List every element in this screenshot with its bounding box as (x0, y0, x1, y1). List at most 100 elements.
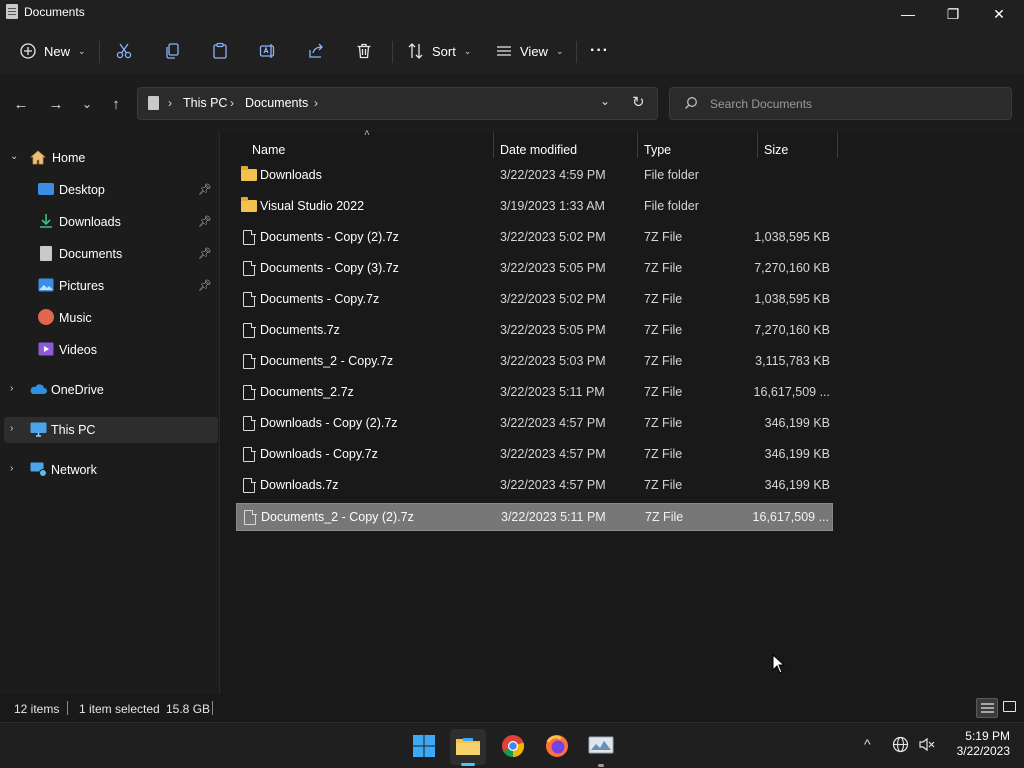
sidebar-item-pictures[interactable]: Pictures 📌︎ (0, 273, 218, 299)
sidebar-item-music[interactable]: Music (0, 305, 218, 331)
column-header-size[interactable]: Size (764, 138, 788, 162)
sidebar-item-network[interactable]: › Network (0, 457, 218, 483)
chevron-right-icon[interactable]: › (10, 463, 13, 474)
search-box[interactable] (669, 87, 1012, 120)
file-row[interactable]: Documents - Copy.7z 3/22/2023 5:02 PM 7Z F… (236, 286, 833, 314)
pane-divider[interactable] (219, 132, 220, 694)
address-bar[interactable]: › This PC › Documents › ⌄ ↻ (137, 87, 658, 120)
arrow-right-icon: → (48, 95, 64, 113)
cut-button[interactable] (114, 36, 138, 66)
tiles-view-button[interactable] (1000, 698, 1020, 718)
chevron-right-icon[interactable]: › (10, 423, 13, 434)
file-row[interactable]: Documents_2 - Copy.7z 3/22/2023 5:03 PM 7Z… (236, 348, 833, 376)
address-dropdown-icon[interactable]: ⌄ (600, 94, 610, 108)
file-name: Downloads - Copy.7z (260, 447, 378, 461)
column-header-date[interactable]: Date modified (500, 138, 577, 162)
file-icon (243, 384, 256, 400)
title-bar[interactable]: Documents — ❐ ✕ (0, 0, 1024, 28)
pin-icon[interactable]: 📌︎ (198, 183, 212, 196)
file-row[interactable]: Downloads.7z 3/22/2023 4:57 PM 7Z File 346,… (236, 472, 833, 500)
column-divider[interactable] (757, 132, 758, 158)
file-row[interactable]: Downloads 3/22/2023 4:59 PM File folder (236, 162, 833, 190)
close-button[interactable]: ✕ (976, 0, 1022, 28)
file-size: 346,199 KB (764, 478, 830, 492)
breadcrumb-separator: › (168, 96, 172, 110)
sidebar-item-label: Desktop (59, 183, 105, 197)
sidebar-item-this-pc[interactable]: › This PC (4, 417, 218, 443)
new-button[interactable]: New ⌄ (18, 36, 88, 66)
chevron-right-icon[interactable]: › (10, 383, 13, 394)
paste-button[interactable] (210, 36, 234, 66)
file-row[interactable]: Documents - Copy (3).7z 3/22/2023 5:05 PM… (236, 255, 833, 283)
search-icon (684, 96, 698, 113)
view-button[interactable]: View ⌄ (494, 36, 564, 66)
delete-button[interactable] (354, 36, 378, 66)
restore-button[interactable]: ❐ (930, 0, 976, 28)
column-divider[interactable] (493, 132, 494, 158)
refresh-icon[interactable]: ↻ (632, 93, 645, 111)
back-button[interactable]: ← (8, 92, 34, 116)
show-hidden-icons-button[interactable]: ^ (864, 736, 871, 752)
sort-button[interactable]: Sort ⌄ (406, 36, 472, 66)
file-name: Visual Studio 2022 (260, 199, 365, 213)
file-row[interactable]: Visual Studio 2022 3/19/2023 1:33 AM File … (236, 193, 833, 221)
start-button[interactable] (406, 729, 442, 765)
up-button[interactable]: ↑ (103, 92, 129, 116)
trash-icon (354, 41, 374, 61)
breadcrumb-this-pc[interactable]: This PC (183, 96, 227, 110)
column-header-name[interactable]: Name (252, 138, 285, 162)
command-bar: New ⌄ Sort ⌄ View ⌄ ··· (0, 28, 1024, 74)
sidebar-item-onedrive[interactable]: › OneDrive (0, 377, 218, 403)
chevron-down-icon[interactable]: ⌄ (10, 151, 18, 162)
file-date-modified: 3/22/2023 5:03 PM (500, 354, 606, 368)
column-divider[interactable] (837, 132, 838, 158)
sidebar-item-desktop[interactable]: Desktop 📌︎ (0, 177, 218, 203)
clock-time: 5:19 PM (965, 729, 1010, 743)
details-view-button[interactable] (976, 698, 998, 718)
file-row[interactable]: Documents.7z 3/22/2023 5:05 PM 7Z File 7,27… (236, 317, 833, 345)
breadcrumb-documents[interactable]: Documents (245, 96, 308, 110)
file-date-modified: 3/22/2023 5:02 PM (500, 292, 606, 306)
sidebar-item-label: Home (52, 151, 86, 165)
pin-icon[interactable]: 📌︎ (198, 247, 212, 260)
minimize-button[interactable]: — (885, 0, 931, 28)
file-name: Documents_2 - Copy (2).7z (261, 510, 414, 524)
file-size: 346,199 KB (764, 447, 830, 461)
sidebar-item-documents[interactable]: Documents 📌︎ (0, 241, 218, 267)
share-button[interactable] (306, 36, 330, 66)
clock[interactable]: 5:19 PM 3/22/2023 (946, 729, 1010, 759)
pin-icon[interactable]: 📌︎ (198, 279, 212, 292)
search-input[interactable] (710, 95, 1000, 113)
taskbar-firefox[interactable] (539, 729, 575, 765)
rename-icon (258, 41, 278, 61)
file-row[interactable]: Documents - Copy (2).7z 3/22/2023 5:02 PM… (236, 224, 833, 252)
volume-muted-icon[interactable] (918, 736, 936, 756)
file-row[interactable]: Downloads - Copy (2).7z 3/22/2023 4:57 PM… (236, 410, 833, 438)
taskbar-monitor-app[interactable] (583, 729, 619, 767)
recent-locations-button[interactable]: ⌄ (74, 92, 100, 116)
forward-button[interactable]: → (43, 92, 69, 116)
file-date-modified: 3/22/2023 5:11 PM (500, 385, 605, 399)
mouse-cursor-icon (772, 653, 786, 677)
copy-button[interactable] (162, 36, 186, 66)
more-options-button[interactable]: ··· (590, 36, 614, 66)
file-row[interactable]: Downloads - Copy.7z 3/22/2023 4:57 PM 7Z F… (236, 441, 833, 469)
taskbar-file-explorer[interactable] (450, 729, 486, 766)
globe-icon[interactable] (892, 736, 909, 756)
sidebar-item-home[interactable]: ⌄ Home (0, 145, 218, 171)
file-row[interactable]: Documents_2 - Copy (2).7z 3/22/2023 5:11 … (236, 503, 833, 531)
column-header-type[interactable]: Type (644, 138, 671, 162)
rename-button[interactable] (258, 36, 282, 66)
sidebar-item-downloads[interactable]: Downloads 📌︎ (0, 209, 218, 235)
column-divider[interactable] (637, 132, 638, 158)
tiles-view-icon (1003, 701, 1016, 712)
sidebar-item-label: Videos (59, 343, 97, 357)
active-app-indicator (461, 763, 475, 766)
arrow-left-icon: ← (13, 95, 29, 113)
sidebar-item-videos[interactable]: Videos (0, 337, 218, 363)
taskbar-chrome[interactable] (495, 729, 531, 765)
pin-icon[interactable]: 📌︎ (198, 215, 212, 228)
file-name: Downloads (260, 168, 322, 182)
file-row[interactable]: Documents_2.7z 3/22/2023 5:11 PM 7Z File 16… (236, 379, 833, 407)
file-name: Documents - Copy (3).7z (260, 261, 399, 275)
